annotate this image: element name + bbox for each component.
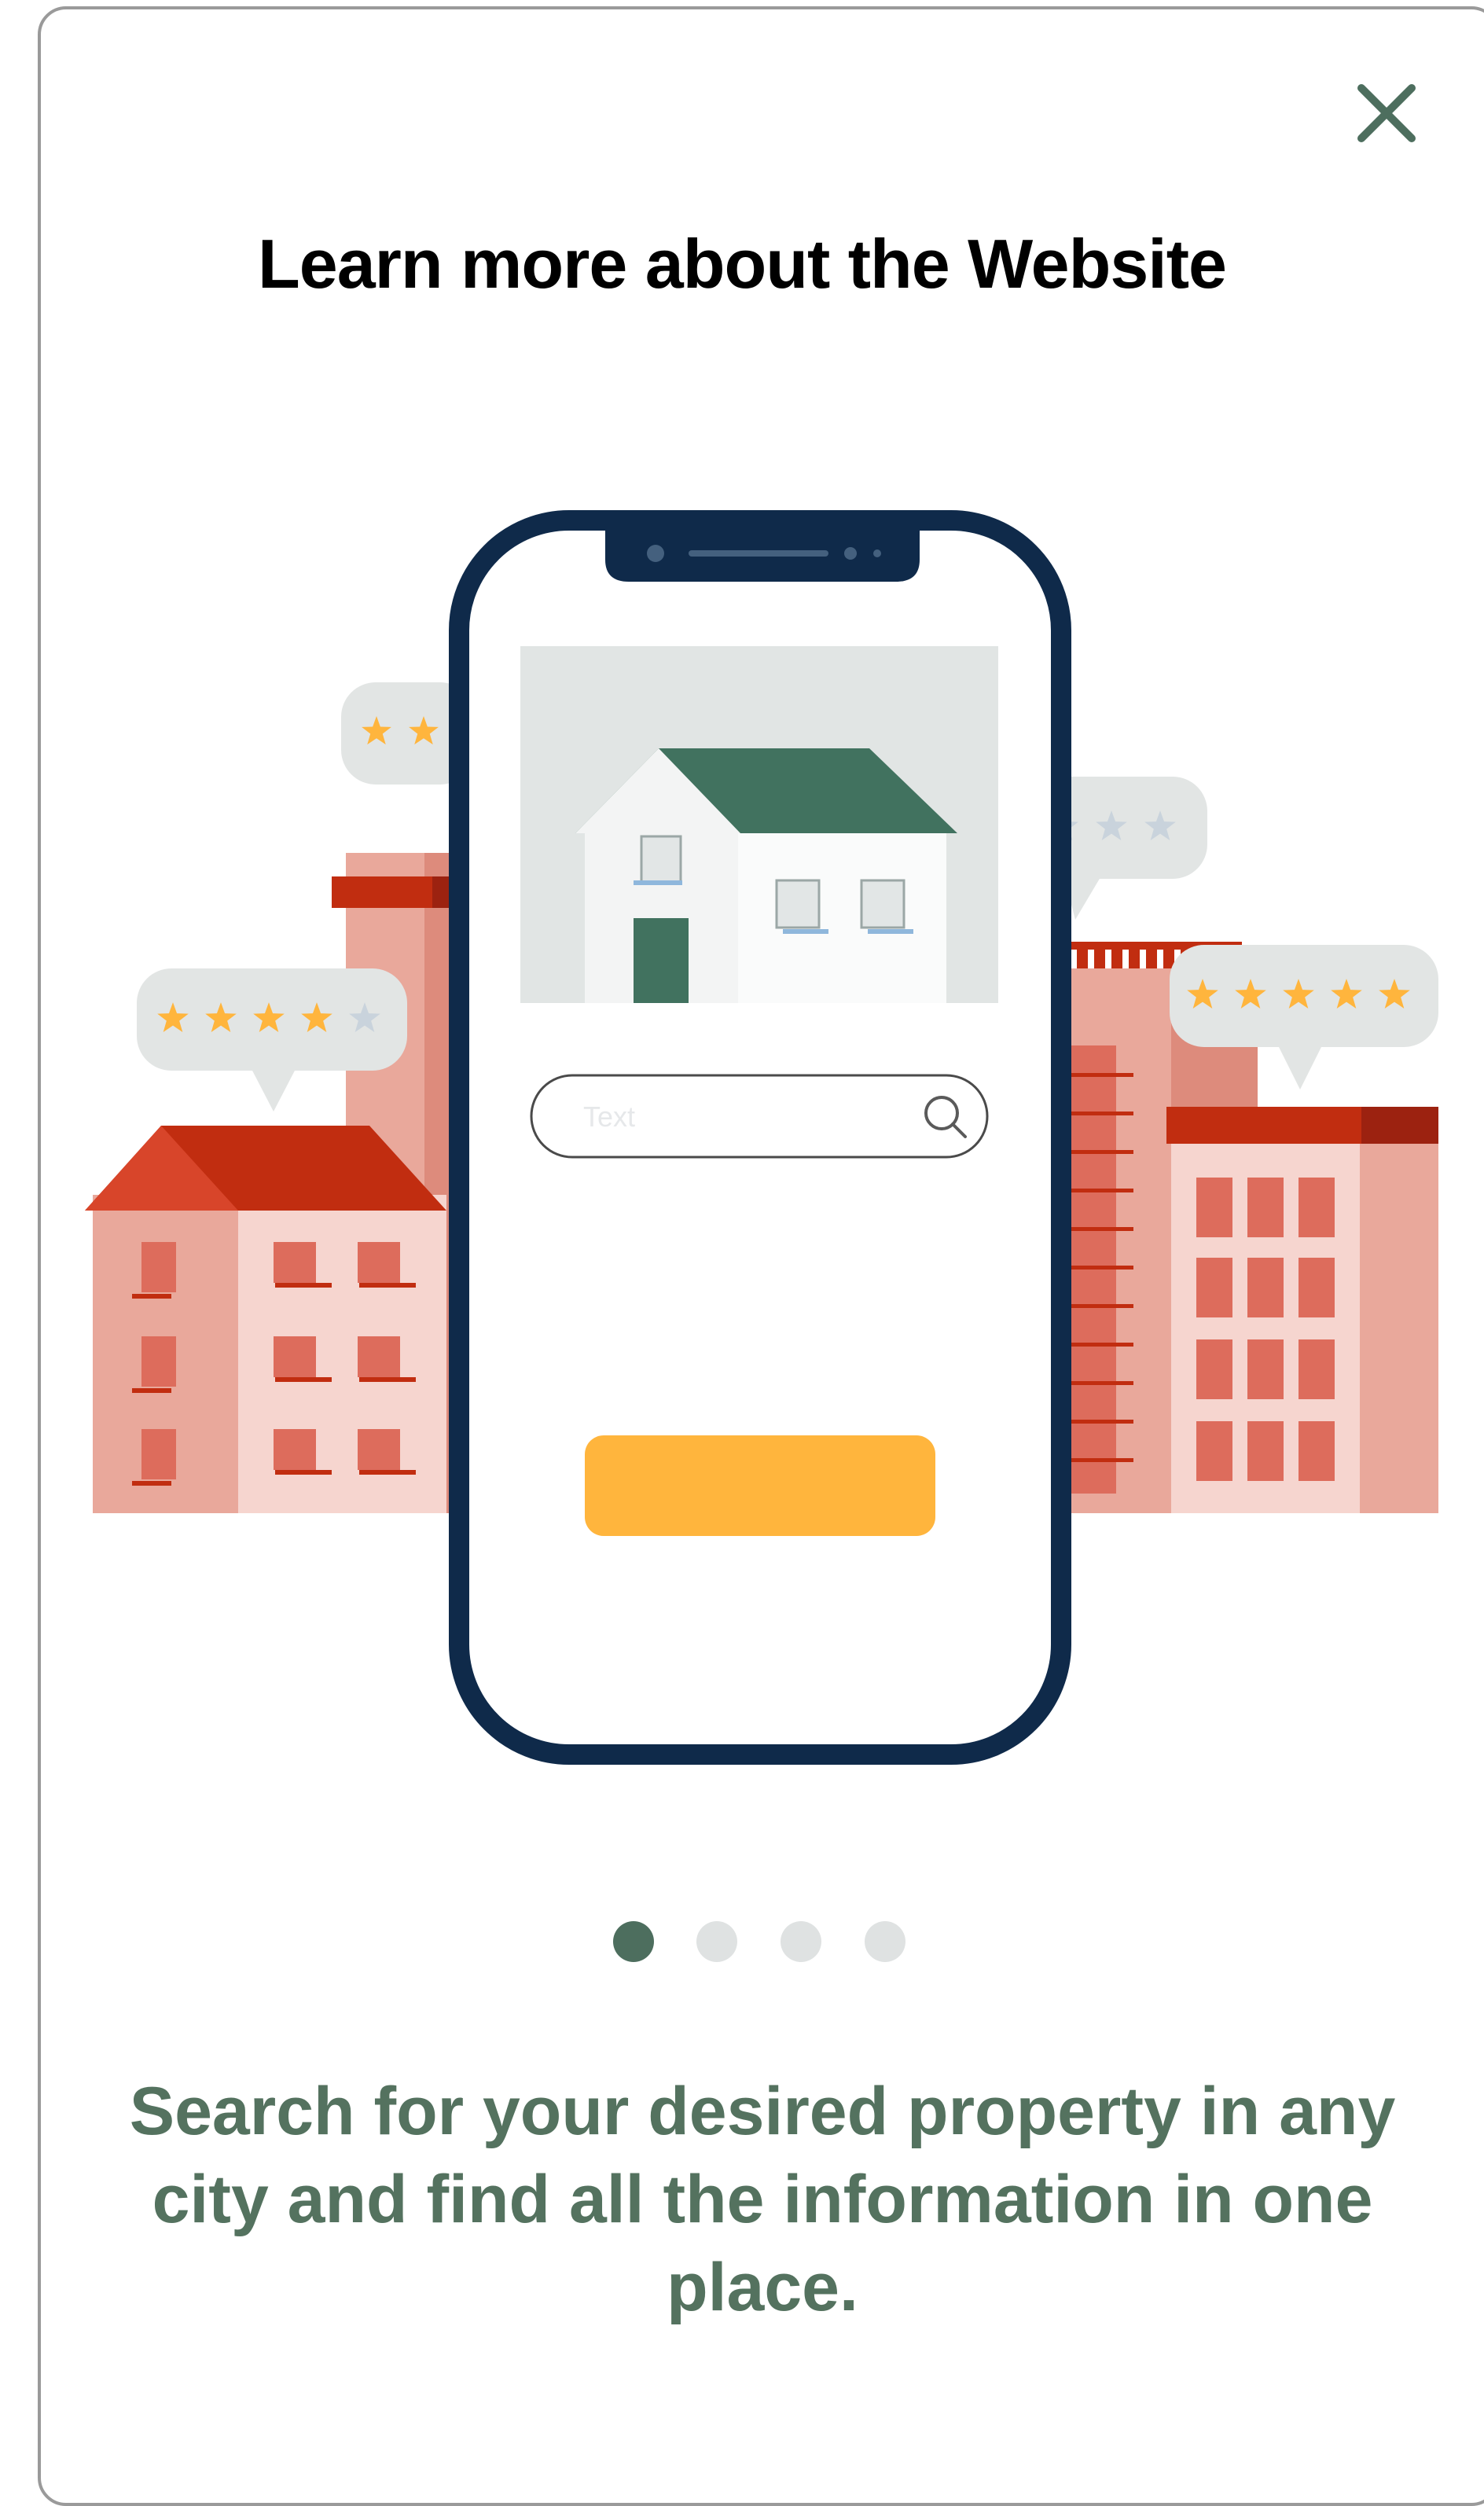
smartphone: Text xyxy=(449,510,1071,1765)
pagination-dot-3[interactable] xyxy=(781,1921,821,1962)
search-field: Text xyxy=(530,1074,989,1159)
carousel-pagination xyxy=(0,1921,1484,1965)
property-image xyxy=(520,646,998,1003)
pagination-dot-4[interactable] xyxy=(865,1921,905,1962)
cta-button-graphic xyxy=(585,1435,935,1536)
left-house-building xyxy=(85,1126,446,1513)
pagination-dot-1[interactable] xyxy=(613,1921,654,1962)
right-front-building xyxy=(1166,1107,1438,1513)
slide-description: Search for your desired property in any … xyxy=(129,2074,1396,2325)
modal-title: Learn more about the Website xyxy=(258,225,1227,303)
property-search-illustration: Text xyxy=(85,510,1438,1765)
close-button[interactable] xyxy=(1349,75,1424,151)
pagination-dot-2[interactable] xyxy=(696,1921,737,1962)
search-placeholder-text: Text xyxy=(583,1101,635,1133)
close-icon xyxy=(1357,84,1416,142)
